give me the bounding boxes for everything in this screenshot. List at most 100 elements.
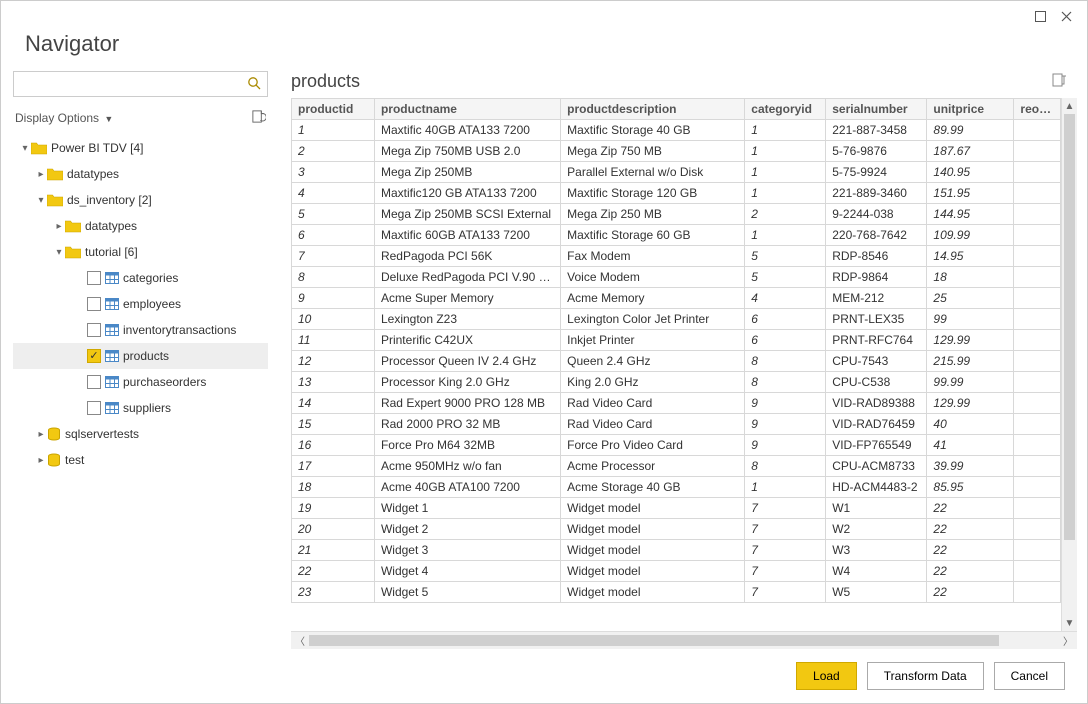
column-header[interactable]: serialnumber (826, 99, 927, 120)
tree-item[interactable]: purchaseorders (13, 369, 268, 395)
cell: Acme Super Memory (374, 288, 560, 309)
cell: Force Pro M64 32MB (374, 435, 560, 456)
collapse-icon[interactable]: ▾ (53, 247, 65, 258)
tree-item[interactable]: ▸sqlservertests (13, 421, 268, 447)
table-row[interactable]: 7RedPagoda PCI 56KFax Modem5RDP-854614.9… (292, 246, 1061, 267)
refresh-preview-button[interactable] (251, 109, 266, 127)
table-row[interactable]: 13Processor King 2.0 GHzKing 2.0 GHz8CPU… (292, 372, 1061, 393)
vertical-scroll-thumb[interactable] (1064, 114, 1075, 540)
tree-item[interactable]: ▸datatypes (13, 213, 268, 239)
cell: Mega Zip 250 MB (561, 204, 745, 225)
cell (1014, 414, 1061, 435)
table-row[interactable]: 9Acme Super MemoryAcme Memory4MEM-21225 (292, 288, 1061, 309)
tree-checkbox[interactable] (87, 297, 101, 311)
transform-data-button[interactable]: Transform Data (867, 662, 984, 690)
tree-item[interactable]: ▾tutorial [6] (13, 239, 268, 265)
table-icon (105, 324, 119, 336)
cancel-button[interactable]: Cancel (994, 662, 1065, 690)
cell: Rad Expert 9000 PRO 128 MB (374, 393, 560, 414)
table-row[interactable]: 21Widget 3Widget model7W322 (292, 540, 1061, 561)
cell: 6 (292, 225, 375, 246)
cell: 25 (927, 288, 1014, 309)
cell: Acme Storage 40 GB (561, 477, 745, 498)
expand-icon[interactable]: ▸ (35, 429, 47, 440)
tree-checkbox[interactable] (87, 323, 101, 337)
display-options-dropdown[interactable]: Display Options ▼ (15, 111, 113, 125)
window-close-button[interactable] (1053, 5, 1079, 27)
scroll-down-icon[interactable]: ▼ (1062, 615, 1077, 631)
table-row[interactable]: 16Force Pro M64 32MBForce Pro Video Card… (292, 435, 1061, 456)
search-input[interactable] (20, 76, 247, 92)
titlebar (1, 1, 1087, 31)
window-restore-button[interactable] (1027, 5, 1053, 27)
tree-item[interactable]: suppliers (13, 395, 268, 421)
cell: Printerific C42UX (374, 330, 560, 351)
tree-checkbox[interactable] (87, 401, 101, 415)
tree-checkbox[interactable] (87, 349, 101, 363)
vertical-scrollbar[interactable]: ▲ ▼ (1061, 98, 1077, 631)
cell: 1 (745, 162, 826, 183)
load-button[interactable]: Load (796, 662, 857, 690)
cell: PRNT-RFC764 (826, 330, 927, 351)
expand-icon[interactable]: ▸ (35, 169, 47, 180)
collapse-icon[interactable]: ▾ (35, 195, 47, 206)
column-header[interactable]: categoryid (745, 99, 826, 120)
tree-item[interactable]: products (13, 343, 268, 369)
table-row[interactable]: 12Processor Queen IV 2.4 GHzQueen 2.4 GH… (292, 351, 1061, 372)
table-row[interactable]: 15Rad 2000 PRO 32 MBRad Video Card9VID-R… (292, 414, 1061, 435)
column-header[interactable]: unitprice (927, 99, 1014, 120)
cell: Maxtific 60GB ATA133 7200 (374, 225, 560, 246)
column-header[interactable]: reorde (1014, 99, 1061, 120)
cell: Widget model (561, 540, 745, 561)
preview-options-button[interactable] (1051, 72, 1067, 91)
tree-item[interactable]: ▸test (13, 447, 268, 473)
table-row[interactable]: 10Lexington Z23Lexington Color Jet Print… (292, 309, 1061, 330)
horizontal-scroll-thumb[interactable] (309, 635, 999, 646)
cell: 215.99 (927, 351, 1014, 372)
table-row[interactable]: 11Printerific C42UXInkjet Printer6PRNT-R… (292, 330, 1061, 351)
tree-item[interactable]: categories (13, 265, 268, 291)
cell: 12 (292, 351, 375, 372)
column-header[interactable]: productname (374, 99, 560, 120)
data-grid[interactable]: productidproductnameproductdescriptionca… (291, 98, 1061, 603)
scroll-left-icon[interactable]: 〈 (291, 632, 309, 649)
cell (1014, 288, 1061, 309)
tree-item-label: employees (123, 297, 181, 311)
cell: 129.99 (927, 393, 1014, 414)
scroll-right-icon[interactable]: 〉 (1059, 632, 1077, 649)
table-row[interactable]: 22Widget 4Widget model7W422 (292, 561, 1061, 582)
column-header[interactable]: productid (292, 99, 375, 120)
cell: 22 (927, 561, 1014, 582)
collapse-icon[interactable]: ▾ (19, 143, 31, 154)
table-row[interactable]: 1Maxtific 40GB ATA133 7200Maxtific Stora… (292, 120, 1061, 141)
column-header[interactable]: productdescription (561, 99, 745, 120)
table-row[interactable]: 5Mega Zip 250MB SCSI ExternalMega Zip 25… (292, 204, 1061, 225)
cell: CPU-C538 (826, 372, 927, 393)
tree-checkbox[interactable] (87, 271, 101, 285)
tree-item[interactable]: inventorytransactions (13, 317, 268, 343)
search-box[interactable] (13, 71, 268, 97)
expand-icon[interactable]: ▸ (35, 455, 47, 466)
tree-item[interactable]: employees (13, 291, 268, 317)
scroll-up-icon[interactable]: ▲ (1062, 98, 1077, 114)
table-row[interactable]: 19Widget 1Widget model7W122 (292, 498, 1061, 519)
tree-item[interactable]: ▾ ds_inventory [2] (13, 187, 268, 213)
object-tree[interactable]: ▾Power BI TDV [4]▸datatypes▾ds_inventory… (13, 135, 268, 643)
table-row[interactable]: 18Acme 40GB ATA100 7200Acme Storage 40 G… (292, 477, 1061, 498)
tree-item-label: ds_inventory [2] (67, 193, 152, 207)
table-row[interactable]: 23Widget 5Widget model7W522 (292, 582, 1061, 603)
horizontal-scrollbar[interactable]: 〈 〉 (291, 631, 1077, 649)
expand-icon[interactable]: ▸ (53, 221, 65, 232)
table-row[interactable]: 2Mega Zip 750MB USB 2.0Mega Zip 750 MB15… (292, 141, 1061, 162)
tree-item[interactable]: ▸datatypes (13, 161, 268, 187)
table-row[interactable]: 6Maxtific 60GB ATA133 7200Maxtific Stora… (292, 225, 1061, 246)
table-row[interactable]: 20Widget 2Widget model7W222 (292, 519, 1061, 540)
tree-item[interactable]: ▾Power BI TDV [4] (13, 135, 268, 161)
table-row[interactable]: 8Deluxe RedPagoda PCI V.90 56KVoice Mode… (292, 267, 1061, 288)
table-row[interactable]: 3Mega Zip 250MBParallel External w/o Dis… (292, 162, 1061, 183)
table-row[interactable]: 14Rad Expert 9000 PRO 128 MBRad Video Ca… (292, 393, 1061, 414)
cell: Mega Zip 750 MB (561, 141, 745, 162)
table-row[interactable]: 17Acme 950MHz w/o fanAcme Processor8CPU-… (292, 456, 1061, 477)
table-row[interactable]: 4Maxtific120 GB ATA133 7200Maxtific Stor… (292, 183, 1061, 204)
tree-checkbox[interactable] (87, 375, 101, 389)
